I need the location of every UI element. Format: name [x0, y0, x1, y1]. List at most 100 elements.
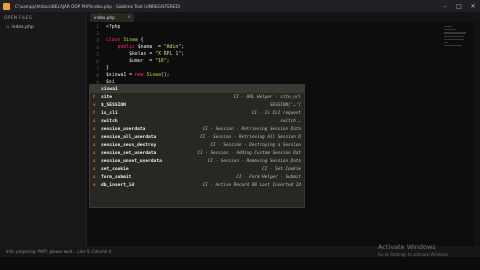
title-bar: C:\xampp\htdocs\BELAJAR OOP PHP\index.ph…	[0, 0, 480, 12]
prop-kelas: $kelas =	[106, 52, 156, 57]
completion-trigger: switch	[101, 118, 118, 124]
code-line-1: <?php	[106, 25, 121, 30]
autocomplete-item[interactable]: s session_set_userdata CI - Session - Addi…	[90, 149, 304, 157]
windows-taskbar	[0, 257, 480, 270]
autocomplete-item[interactable]: s set_cookie CI - Set Cookie	[90, 165, 304, 173]
completion-annotation: CI - Session - Removing Session Data	[207, 158, 301, 164]
autocomplete-item[interactable]: s switch switch …	[90, 117, 304, 125]
completion-trigger: is_cli	[101, 110, 118, 116]
autocomplete-item[interactable]: s db_insert_id CI - Active Record DB Last …	[90, 181, 304, 189]
completion-trigger: db_insert_id	[101, 182, 135, 188]
activate-windows-watermark: Activate Windows Go to Settings to activ…	[378, 243, 450, 257]
sublime-app-icon	[3, 2, 10, 10]
completion-trigger: site	[101, 94, 113, 100]
code-line-8: $siswa1 = new Siswa();	[106, 73, 170, 78]
open-files-header: OPEN FILES	[4, 16, 33, 21]
sidebar-file-index[interactable]: ▫ index.php	[6, 24, 86, 30]
line-number: 3	[96, 39, 99, 44]
completion-annotation: SESSION['…']	[269, 102, 301, 108]
completion-kind-icon: s	[93, 150, 96, 156]
maximize-button[interactable]: □	[452, 0, 466, 12]
assign-op: =	[126, 73, 135, 78]
completion-kind-icon: s	[93, 142, 96, 148]
completion-annotation: CI - Session - Destroying a Session	[210, 142, 301, 148]
editor-scrollbar[interactable]	[474, 22, 480, 257]
brace: {	[137, 38, 144, 43]
autocomplete-item[interactable]: f is_cli CI - Is CLI request	[90, 109, 304, 117]
code-line-4: public $nama = "Adin";	[106, 45, 184, 50]
completion-kind-icon: f	[93, 94, 95, 100]
autocomplete-item[interactable]: s form_submit CI - Form Helper - Submit	[90, 173, 304, 181]
call-parens: ();	[160, 73, 170, 78]
autocomplete-item[interactable]: f site CI - URL Helper - site_url	[90, 93, 304, 101]
keyword-new: new	[134, 73, 144, 78]
class-name: Siswa	[123, 38, 138, 43]
autocomplete-item[interactable]: s session_sess_destroy CI - Session - Dest…	[90, 141, 304, 149]
string-kelas: "X RPL 1"	[155, 52, 182, 57]
code-line-6: $umur = "16";	[106, 59, 170, 64]
line-number: 4	[96, 46, 99, 51]
file-icon: ▫	[6, 24, 10, 30]
autocomplete-item[interactable]: v $_SESSION SESSION['…']	[90, 101, 304, 109]
completion-annotation: CI - Session - Adding Custom Session Dat	[197, 150, 301, 156]
completion-annotation: CI - Session - Retrieving Session Data	[202, 126, 301, 132]
sidebar-file-name: index.php	[11, 24, 34, 30]
tab-label: index.php	[94, 15, 115, 20]
completion-kind-icon: f	[93, 110, 95, 116]
close-window-button[interactable]: ✕	[466, 0, 480, 12]
completion-trigger: session_set_userdata	[101, 150, 157, 156]
completion-annotation: CI - URL Helper - site_url	[233, 94, 301, 100]
completion-annotation: CI - Session - Retrieving All Session D	[200, 134, 301, 140]
tab-close-icon[interactable]: ×	[127, 15, 131, 20]
completion-trigger: session_unset_userdata	[101, 158, 162, 164]
autocomplete-item[interactable]: s session_userdata CI - Session - Retrievi…	[90, 125, 304, 133]
status-text: Info: preparing 'PHP': please wait... Li…	[6, 249, 112, 254]
window-title: C:\xampp\htdocs\BELAJAR OOP PHP\index.ph…	[15, 3, 181, 9]
completion-trigger: set_cookie	[101, 166, 129, 172]
line-number: 5	[96, 53, 99, 58]
line-number: 6	[96, 60, 99, 65]
autocomplete-item[interactable]: s session_unset_userdata CI - Session - Re…	[90, 157, 304, 165]
completion-trigger: siswa1	[101, 86, 118, 92]
string-umur: "16"	[155, 59, 167, 64]
completion-annotation: CI - Set Cookie	[262, 166, 301, 172]
var-siswa1: $siswa1	[106, 73, 127, 78]
code-line-5: $kelas = "X RPL 1";	[106, 52, 184, 57]
keyword-public: public	[117, 45, 135, 50]
completion-trigger: form_submit	[101, 174, 132, 180]
completion-kind-icon: s	[93, 126, 96, 132]
autocomplete-popup[interactable]: siswa1 f site CI - URL Helper - site_url v $_…	[89, 84, 305, 208]
completion-annotation: CI - Is CLI request	[251, 110, 301, 116]
line-number: 7	[96, 67, 99, 72]
completion-annotation: CI - Active Record DB Last Inserted Id	[202, 182, 301, 188]
completion-annotation: switch …	[280, 118, 301, 124]
minimap[interactable]	[444, 26, 474, 66]
completion-kind-icon: s	[93, 166, 96, 172]
constructor-name: Siswa	[143, 73, 161, 78]
autocomplete-item[interactable]: s session_all_userdata CI - Session - Retr…	[90, 133, 304, 141]
semicolon: ;	[181, 52, 184, 57]
completion-kind-icon: s	[93, 182, 96, 188]
watermark-title: Activate Windows	[378, 243, 436, 251]
semicolon: ;	[181, 45, 184, 50]
line-number: 8	[96, 74, 99, 79]
string-adin: "Adin"	[163, 45, 182, 50]
completion-kind-icon: s	[93, 158, 96, 164]
tab-index-php[interactable]: index.php ×	[90, 13, 134, 22]
prop-umur: $umur =	[106, 59, 156, 64]
sidebar: OPEN FILES ▫ index.php	[0, 12, 87, 257]
tab-bar: index.php ×	[88, 12, 480, 22]
autocomplete-item[interactable]: siswa1	[90, 85, 304, 93]
completion-trigger: session_all_userdata	[101, 134, 157, 140]
completion-trigger: session_sess_destroy	[101, 142, 157, 148]
semicolon: ;	[166, 59, 170, 64]
completion-trigger: $_SESSION	[101, 102, 126, 108]
minimize-button[interactable]: –	[438, 0, 452, 12]
code-line-7: }	[106, 66, 109, 71]
completion-annotation: CI - Form Helper - Submit	[236, 174, 301, 180]
watermark-subtitle: Go to Settings to activate Windows.	[378, 252, 450, 257]
line-number: 2	[96, 32, 99, 37]
completion-kind-icon: s	[93, 118, 96, 124]
keyword-class: class	[106, 38, 121, 43]
code-line-3: class Siswa {	[106, 38, 144, 43]
